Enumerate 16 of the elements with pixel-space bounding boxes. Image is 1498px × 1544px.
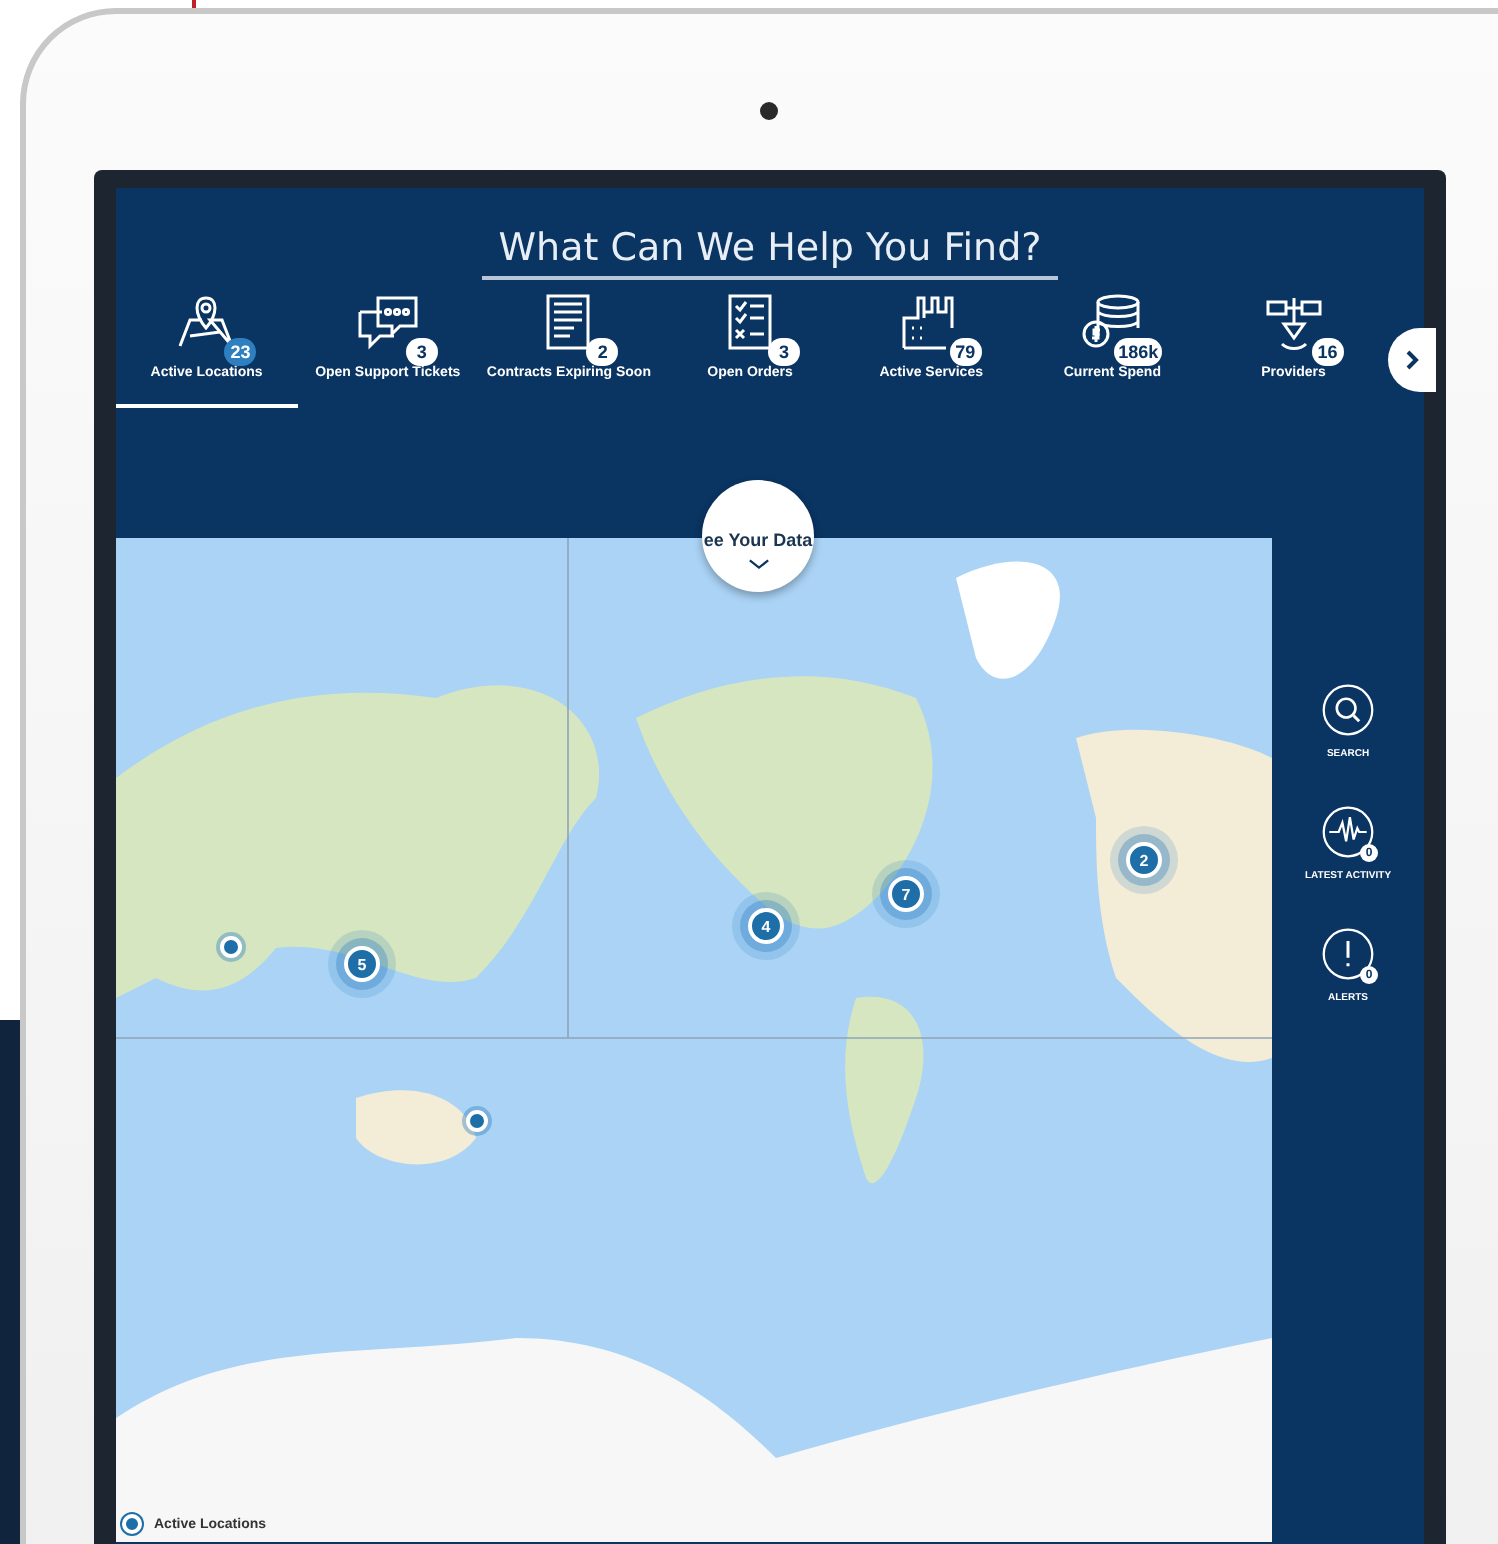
count-badge: 16 <box>1311 338 1344 366</box>
count-badge: 186k <box>1114 338 1163 366</box>
search-icon <box>1320 682 1376 738</box>
legend-dot <box>122 1514 142 1534</box>
count-badge: 23 <box>224 338 257 366</box>
count-badge: 2 <box>586 338 619 366</box>
next-button[interactable] <box>1388 328 1436 392</box>
camera-dot <box>760 102 778 120</box>
pulse-icon <box>1320 804 1376 860</box>
count-badge: 3 <box>768 338 801 366</box>
alert-icon <box>1320 926 1376 982</box>
count-badge: 3 <box>405 338 438 366</box>
count-badge: 79 <box>949 338 982 366</box>
chevron-down-icon <box>747 558 769 570</box>
page-title: What Can We Help You Find? <box>482 226 1058 280</box>
chevron-right-icon <box>1402 350 1422 370</box>
